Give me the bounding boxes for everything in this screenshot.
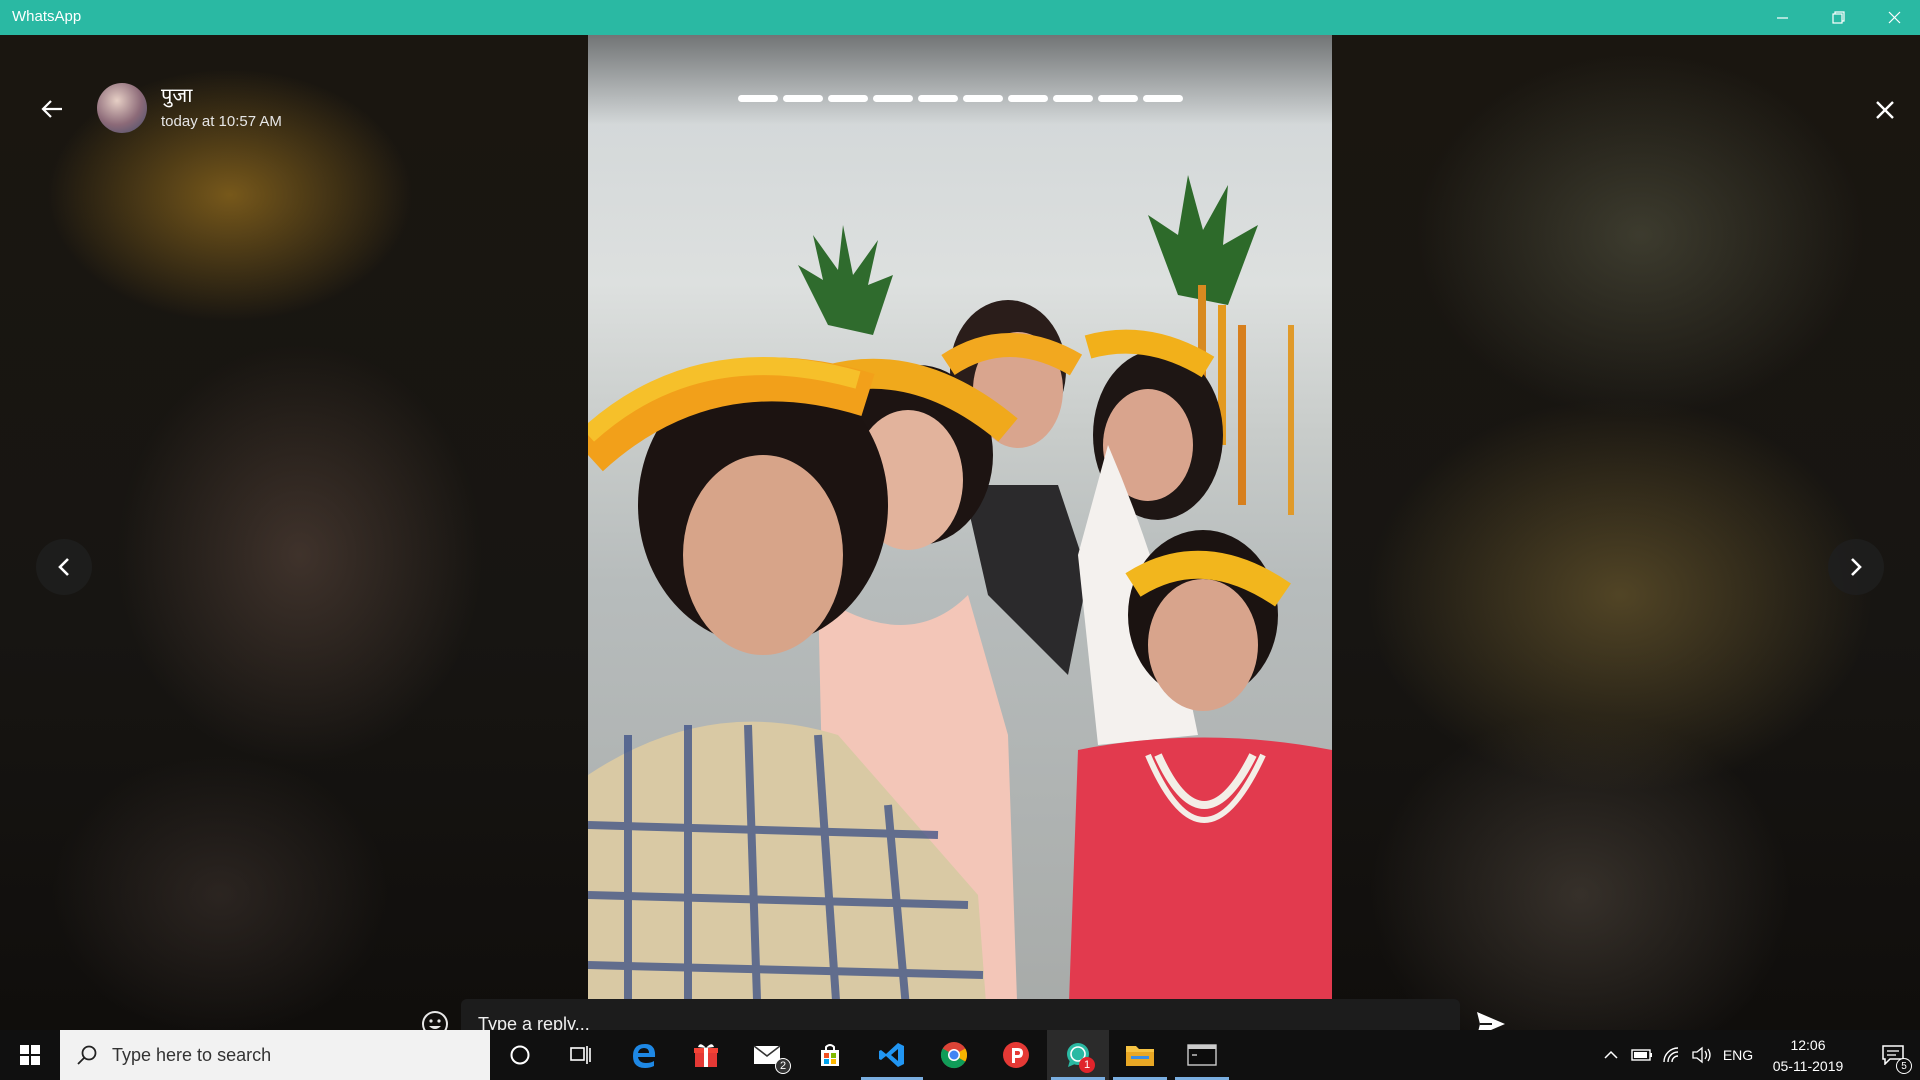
action-center-button[interactable]: 5: [1866, 1030, 1920, 1080]
send-icon: [1477, 1012, 1505, 1030]
send-button[interactable]: [1474, 1009, 1508, 1030]
contact-name: पुजा: [161, 85, 193, 107]
task-view-icon: [570, 1046, 591, 1064]
status-timestamp: today at 10:57 AM: [161, 113, 282, 130]
progress-segment: [1008, 95, 1048, 102]
start-button[interactable]: [0, 1030, 60, 1080]
input-language[interactable]: ENG: [1718, 1030, 1758, 1080]
restore-button[interactable]: [1810, 0, 1866, 35]
search-icon: [77, 1045, 97, 1065]
status-photo: [588, 35, 1332, 1030]
taskbar-app-chrome[interactable]: [923, 1030, 985, 1080]
circle-icon: [510, 1045, 530, 1065]
taskbar-search-box[interactable]: Type here to search: [60, 1030, 490, 1080]
progress-segment: [828, 95, 868, 102]
top-shade: [588, 35, 1332, 125]
taskbar-app-mail[interactable]: 2: [737, 1030, 799, 1080]
emoji-icon: [422, 1011, 448, 1030]
progress-segment: [963, 95, 1003, 102]
chevron-right-icon: [1851, 558, 1862, 576]
progress-segment: [918, 95, 958, 102]
edge-icon: [633, 1044, 656, 1068]
taskbar-app-terminal[interactable]: [1171, 1030, 1233, 1080]
mail-badge: 2: [775, 1058, 791, 1074]
emoji-button[interactable]: [420, 1009, 450, 1030]
taskbar-app-store[interactable]: [799, 1030, 861, 1080]
taskbar-app-vscode[interactable]: [861, 1030, 923, 1080]
app-title: WhatsApp: [12, 8, 82, 25]
back-button[interactable]: [36, 93, 68, 125]
volume-button[interactable]: [1688, 1030, 1716, 1080]
battery-icon: [1631, 1049, 1652, 1061]
speaker-icon: [1692, 1046, 1711, 1064]
gift-icon: [694, 1044, 718, 1067]
title-bar: WhatsApp: [0, 0, 1920, 35]
network-button[interactable]: [1658, 1030, 1686, 1080]
taskbar-app-whatsapp[interactable]: 1: [1047, 1030, 1109, 1080]
store-icon: [821, 1044, 839, 1066]
task-view-button[interactable]: [550, 1030, 612, 1080]
wifi-icon: [1663, 1047, 1679, 1063]
show-hidden-icons-button[interactable]: [1598, 1030, 1624, 1080]
close-icon: [1876, 101, 1894, 119]
chevron-up-icon: [1604, 1050, 1618, 1059]
taskbar-app-psiphon[interactable]: [985, 1030, 1047, 1080]
clock-time: 12:06: [1790, 1037, 1826, 1053]
chevron-left-icon: [58, 558, 69, 576]
restore-icon: [1831, 11, 1845, 24]
viewer-close-button[interactable]: [1870, 95, 1900, 125]
progress-segment: [783, 95, 823, 102]
search-placeholder: Type here to search: [112, 1044, 272, 1065]
folder-icon: [1126, 1046, 1154, 1066]
window-close-button[interactable]: [1866, 0, 1920, 35]
next-status-button[interactable]: [1828, 539, 1884, 595]
whatsapp-badge: 1: [1079, 1057, 1095, 1073]
back-arrow-icon: [41, 100, 62, 118]
previous-status-button[interactable]: [36, 539, 92, 595]
cortana-button[interactable]: [489, 1030, 551, 1080]
minimize-button[interactable]: [1754, 0, 1810, 35]
chrome-icon: [940, 1042, 968, 1069]
taskbar-app-edge[interactable]: [613, 1030, 675, 1080]
terminal-icon: [1187, 1044, 1217, 1066]
status-photo-illustration: [588, 175, 1332, 1030]
progress-segment: [738, 95, 778, 102]
status-progress-bar: [738, 95, 1183, 102]
reply-input[interactable]: [461, 999, 1460, 1030]
progress-segment: [1053, 95, 1093, 102]
vscode-icon: [879, 1043, 904, 1067]
notification-count-badge: 5: [1896, 1058, 1912, 1074]
close-icon: [1888, 11, 1900, 24]
status-viewer: पुजा today at 10:57 AM: [0, 35, 1920, 1030]
progress-segment: [1098, 95, 1138, 102]
reply-box: [461, 999, 1460, 1030]
clock-date: 05-11-2019: [1772, 1058, 1844, 1074]
windows-logo-icon: [20, 1045, 40, 1065]
taskbar-app-gift[interactable]: [675, 1030, 737, 1080]
progress-segment: [1143, 95, 1183, 102]
battery-button[interactable]: [1628, 1030, 1656, 1080]
taskbar-app-file-explorer[interactable]: [1109, 1030, 1171, 1080]
p-icon: [1003, 1042, 1029, 1068]
taskbar: Type here to search 2 1 ENG 12:06 05-11-…: [0, 1030, 1920, 1080]
taskbar-clock[interactable]: 12:06 05-11-2019: [1760, 1035, 1856, 1077]
contact-avatar[interactable]: [97, 83, 147, 133]
minimize-icon: [1776, 17, 1788, 19]
progress-segment: [873, 95, 913, 102]
